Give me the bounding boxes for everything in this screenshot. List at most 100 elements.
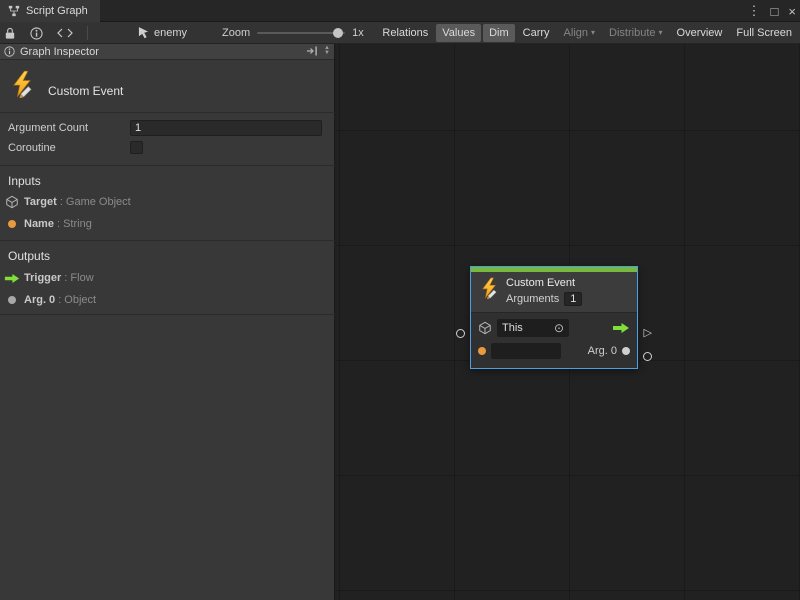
zoom-value: 1x <box>352 27 364 39</box>
chevron-down-icon: ▾ <box>659 29 663 37</box>
port-name: Trigger <box>24 272 61 284</box>
coroutine-checkbox[interactable] <box>130 141 143 154</box>
coroutine-label: Coroutine <box>8 142 56 154</box>
spin-down-icon[interactable]: ▼ <box>324 51 330 56</box>
window-menu-icon[interactable]: ⋮ <box>748 3 761 19</box>
overview-label: Overview <box>677 27 723 39</box>
input-row-name: Name : String <box>0 216 335 232</box>
input-row-target: Target : Game Object <box>0 194 335 210</box>
tab-title: Script Graph <box>26 5 88 17</box>
graph-toolbar: enemy Zoom 1x Relations Values Dim Carry <box>0 22 800 44</box>
dock-right-icon[interactable] <box>306 45 318 57</box>
string-port-icon <box>0 220 24 228</box>
flow-input-port[interactable] <box>456 329 465 338</box>
carry-button[interactable]: Carry <box>517 24 556 42</box>
overview-button[interactable]: Overview <box>671 24 729 42</box>
output-row-trigger: Trigger : Flow <box>0 270 335 286</box>
graph-canvas[interactable]: Custom Event Arguments 1 This ⊙ <box>336 44 800 600</box>
values-button[interactable]: Values <box>436 24 481 42</box>
node-row-arg: Arg. 0 <box>478 341 630 361</box>
argument-count-input[interactable] <box>130 120 322 136</box>
arg0-output: Arg. 0 <box>588 345 630 357</box>
zoom-slider-handle[interactable] <box>333 28 343 38</box>
carry-label: Carry <box>523 27 550 39</box>
lock-icon[interactable] <box>4 27 16 40</box>
argument-count-label: Argument Count <box>8 122 88 134</box>
string-port-icon[interactable] <box>478 347 486 355</box>
info-icon <box>4 46 15 57</box>
port-name: Target <box>24 196 57 208</box>
flow-output-port[interactable]: ▷ <box>644 328 652 338</box>
node-header[interactable]: Custom Event Arguments 1 <box>471 272 637 312</box>
node-row-target: This ⊙ <box>478 318 630 338</box>
port-type: : Game Object <box>60 196 131 208</box>
pointer-icon <box>138 27 149 40</box>
port-name: Arg. 0 <box>24 294 55 306</box>
divider <box>0 165 335 166</box>
node-body: This ⊙ Arg. 0 <box>471 312 637 368</box>
target-value: This <box>502 322 523 334</box>
inputs-heading: Inputs <box>8 174 41 188</box>
script-graph-icon <box>8 5 20 17</box>
flow-arrow-icon <box>612 322 630 334</box>
graph-inspector-title: Graph Inspector <box>20 46 99 58</box>
unity-script-graph-window: Script Graph ⋮ □ × enemy Zoom 1x <box>0 0 800 600</box>
relations-label: Relations <box>382 27 428 39</box>
toolbar-separator <box>87 26 88 40</box>
graph-inspector-header: Graph Inspector ▲ ▼ <box>0 44 334 60</box>
arguments-label: Arguments <box>506 293 559 305</box>
divider <box>0 112 335 113</box>
cube-icon <box>478 321 492 335</box>
close-icon[interactable]: × <box>788 4 796 19</box>
graph-name-group: enemy <box>138 22 187 44</box>
custom-event-header: Custom Event <box>0 60 334 112</box>
zoom-slider[interactable] <box>257 32 345 34</box>
align-label: Align <box>564 27 588 39</box>
dim-button[interactable]: Dim <box>483 24 515 42</box>
outputs-heading: Outputs <box>8 249 50 263</box>
trigger-output[interactable] <box>612 322 630 334</box>
values-label: Values <box>442 27 475 39</box>
custom-event-node[interactable]: Custom Event Arguments 1 This ⊙ <box>470 266 638 369</box>
custom-event-icon <box>8 70 36 98</box>
graph-inspector-panel: Graph Inspector ▲ ▼ Custom Event Argumen… <box>0 44 335 600</box>
window-controls: ⋮ □ × <box>748 0 796 22</box>
inspector-header-controls: ▲ ▼ <box>306 45 330 57</box>
target-dropdown[interactable]: This ⊙ <box>497 319 569 337</box>
tab-script-graph[interactable]: Script Graph <box>0 0 100 22</box>
align-button[interactable]: Align ▾ <box>558 24 601 42</box>
maximize-icon[interactable]: □ <box>771 4 779 19</box>
dim-label: Dim <box>489 27 509 39</box>
arguments-value[interactable]: 1 <box>564 292 582 306</box>
distribute-button[interactable]: Distribute ▾ <box>603 24 668 42</box>
node-arguments-row: Arguments 1 <box>506 292 582 306</box>
value-output-port[interactable] <box>643 352 652 361</box>
zoom-control: Zoom 1x <box>222 22 364 44</box>
title-bar: Script Graph ⋮ □ × <box>0 0 800 22</box>
port-name: Name <box>24 218 54 230</box>
custom-event-title: Custom Event <box>48 84 123 98</box>
divider <box>0 314 335 315</box>
object-picker-icon[interactable]: ⊙ <box>554 322 564 334</box>
name-input[interactable] <box>491 343 561 359</box>
object-port-icon[interactable] <box>622 347 630 355</box>
cube-icon <box>0 195 24 209</box>
chevron-down-icon: ▾ <box>591 29 595 37</box>
fullscreen-button[interactable]: Full Screen <box>730 24 798 42</box>
graph-name-label: enemy <box>154 27 187 39</box>
info-toggle-icon[interactable] <box>30 27 43 40</box>
node-title: Custom Event <box>506 277 582 289</box>
object-port-icon <box>0 296 24 304</box>
arg0-label: Arg. 0 <box>588 345 617 357</box>
custom-event-icon <box>478 277 500 299</box>
flow-arrow-icon <box>0 273 24 284</box>
port-type: : Object <box>58 294 96 306</box>
toolbar-left-icons <box>4 22 88 44</box>
relations-button[interactable]: Relations <box>376 24 434 42</box>
distribute-label: Distribute <box>609 27 655 39</box>
code-view-icon[interactable] <box>57 28 73 38</box>
scroll-spinner[interactable]: ▲ ▼ <box>324 46 330 56</box>
port-type: : String <box>57 218 92 230</box>
fullscreen-label: Full Screen <box>736 27 792 39</box>
zoom-label: Zoom <box>222 27 250 39</box>
